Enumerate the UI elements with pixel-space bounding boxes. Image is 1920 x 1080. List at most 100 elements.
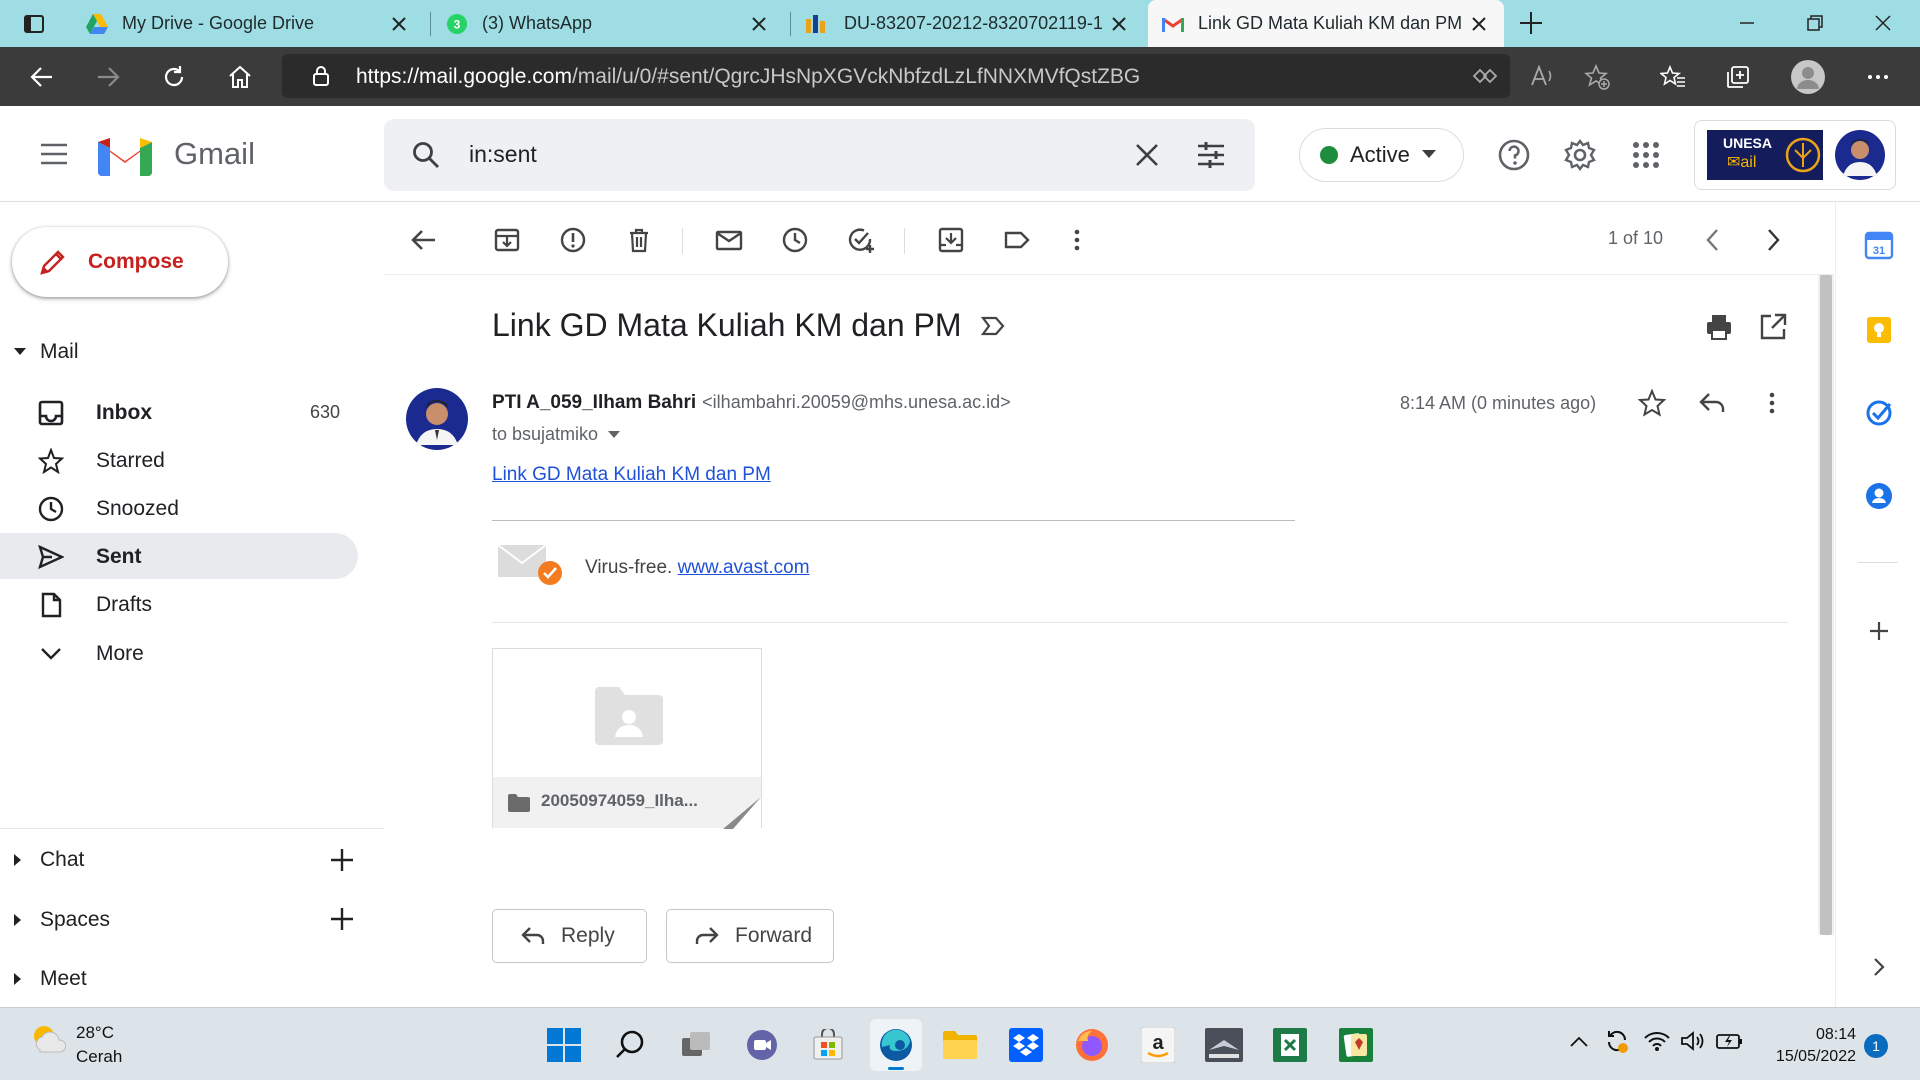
reply-icon[interactable] <box>1698 389 1726 417</box>
back-to-sent-icon[interactable] <box>409 225 439 255</box>
spreadsheet-app-icon[interactable] <box>1270 1025 1310 1065</box>
avast-link[interactable]: www.avast.com <box>678 557 810 578</box>
read-aloud-icon[interactable] <box>1530 65 1556 87</box>
system-clock[interactable]: 08:14 15/05/2022 <box>1760 1024 1856 1068</box>
search-bar[interactable]: in:sent <box>384 119 1255 191</box>
firefox-icon[interactable] <box>1072 1025 1112 1065</box>
status-chip[interactable]: Active <box>1299 128 1464 182</box>
help-icon[interactable] <box>1498 139 1530 171</box>
gmail-logo-icon[interactable] <box>98 136 152 176</box>
search-input[interactable]: in:sent <box>469 141 537 168</box>
dropbox-icon[interactable] <box>1006 1025 1046 1065</box>
close-tab-icon[interactable] <box>748 13 770 35</box>
weather-widget[interactable] <box>30 1022 66 1054</box>
open-new-window-icon[interactable] <box>1758 312 1788 342</box>
delete-icon[interactable] <box>624 225 654 255</box>
label-icon[interactable] <box>1002 225 1032 255</box>
search-options-icon[interactable] <box>1196 141 1226 169</box>
task-view-icon[interactable] <box>676 1025 716 1065</box>
restore-icon[interactable] <box>1806 14 1824 32</box>
print-icon[interactable] <box>1704 312 1734 342</box>
compose-button[interactable]: Compose <box>12 227 228 297</box>
favorites-icon[interactable] <box>1655 59 1691 95</box>
notification-badge[interactable]: 1 <box>1864 1034 1888 1058</box>
more-options-icon[interactable] <box>1062 225 1092 255</box>
sender-avatar[interactable] <box>406 388 468 450</box>
clear-search-icon[interactable] <box>1134 142 1160 168</box>
amazon-icon[interactable]: a <box>1138 1025 1178 1065</box>
game-app-icon[interactable] <box>1204 1025 1244 1065</box>
profile-avatar[interactable] <box>1790 59 1826 95</box>
reply-button[interactable]: Reply <box>492 909 647 963</box>
tab-google-drive[interactable]: My Drive - Google Drive <box>72 0 424 47</box>
main-menu-icon[interactable] <box>40 142 68 166</box>
older-icon[interactable] <box>1758 225 1788 255</box>
scrollbar-thumb[interactable] <box>1820 275 1832 935</box>
file-explorer-icon[interactable] <box>940 1025 980 1065</box>
google-apps-icon[interactable] <box>1632 141 1660 169</box>
solitaire-icon[interactable] <box>1336 1025 1376 1065</box>
newer-icon[interactable] <box>1698 225 1728 255</box>
spaces-section-header[interactable]: Spaces <box>14 908 110 932</box>
move-to-icon[interactable] <box>936 225 966 255</box>
show-hidden-icons-icon[interactable] <box>1570 1035 1588 1047</box>
lock-icon[interactable] <box>310 65 332 87</box>
new-tab-icon[interactable] <box>1518 10 1544 36</box>
recipient-details[interactable]: to bsujatmiko <box>492 424 621 445</box>
app-available-icon[interactable] <box>1472 65 1498 87</box>
keep-icon[interactable] <box>1864 315 1894 345</box>
add-space-icon[interactable] <box>330 907 354 931</box>
sidebar-item-sent[interactable]: Sent <box>0 533 358 579</box>
add-task-icon[interactable] <box>846 225 876 255</box>
refresh-icon[interactable] <box>156 59 192 95</box>
address-bar[interactable]: https://mail.google.com/mail/u/0/#sent/Q… <box>282 54 1610 98</box>
collections-icon[interactable] <box>1720 59 1756 95</box>
star-message-icon[interactable] <box>1638 389 1666 417</box>
get-addons-icon[interactable] <box>1864 616 1894 646</box>
account-avatar[interactable] <box>1835 130 1885 180</box>
teams-chat-icon[interactable] <box>742 1025 782 1065</box>
sidebar-item-inbox[interactable]: Inbox 630 <box>0 389 358 435</box>
microsoft-store-icon[interactable] <box>808 1025 848 1065</box>
close-tab-icon[interactable] <box>388 13 410 35</box>
minimize-icon[interactable] <box>1738 14 1756 32</box>
sidebar-item-starred[interactable]: Starred <box>0 437 358 483</box>
tasks-icon[interactable] <box>1864 398 1894 428</box>
important-marker-icon[interactable] <box>980 314 1006 338</box>
battery-icon[interactable] <box>1716 1030 1744 1052</box>
forward-icon[interactable] <box>90 59 126 95</box>
message-more-icon[interactable] <box>1758 389 1786 417</box>
close-window-icon[interactable] <box>1874 14 1892 32</box>
gmail-wordmark[interactable]: Gmail <box>174 136 255 172</box>
volume-icon[interactable] <box>1680 1030 1706 1052</box>
sync-status-icon[interactable] <box>1604 1028 1630 1054</box>
calendar-icon[interactable]: 31 <box>1864 230 1894 260</box>
body-drive-link[interactable]: Link GD Mata Kuliah KM dan PM <box>492 464 771 486</box>
back-icon[interactable] <box>24 59 60 95</box>
mail-section-header[interactable]: Mail <box>14 340 79 364</box>
taskbar-search-icon[interactable] <box>610 1025 650 1065</box>
sidebar-item-drafts[interactable]: Drafts <box>0 581 358 627</box>
sidebar-item-snoozed[interactable]: Snoozed <box>0 485 358 531</box>
add-favorite-icon[interactable] <box>1584 64 1610 90</box>
tab-whatsapp[interactable]: 3 (3) WhatsApp <box>432 0 784 47</box>
search-icon[interactable] <box>411 140 441 170</box>
archive-icon[interactable] <box>492 225 522 255</box>
forward-button[interactable]: Forward <box>666 909 834 963</box>
show-side-panel-icon[interactable] <box>1864 952 1894 982</box>
mark-unread-icon[interactable] <box>714 225 744 255</box>
sidebar-item-more[interactable]: More <box>0 630 358 676</box>
account-switcher[interactable]: UNESA ✉ail <box>1694 120 1896 190</box>
add-chat-icon[interactable] <box>330 848 354 872</box>
contacts-icon[interactable] <box>1864 481 1894 511</box>
home-icon[interactable] <box>222 59 258 95</box>
sender-name[interactable]: PTI A_059_Ilham Bahri <box>492 392 696 413</box>
snooze-icon[interactable] <box>780 225 810 255</box>
tab-gmail-active[interactable]: Link GD Mata Kuliah KM dan PM <box>1148 0 1504 47</box>
tab-unesa-document[interactable]: DU-83207-20212-8320702119-1 <box>792 0 1144 47</box>
close-tab-icon[interactable] <box>1108 13 1130 35</box>
meet-section-header[interactable]: Meet <box>14 967 87 991</box>
start-button[interactable] <box>544 1025 584 1065</box>
settings-gear-icon[interactable] <box>1564 139 1596 171</box>
chat-section-header[interactable]: Chat <box>14 848 84 872</box>
